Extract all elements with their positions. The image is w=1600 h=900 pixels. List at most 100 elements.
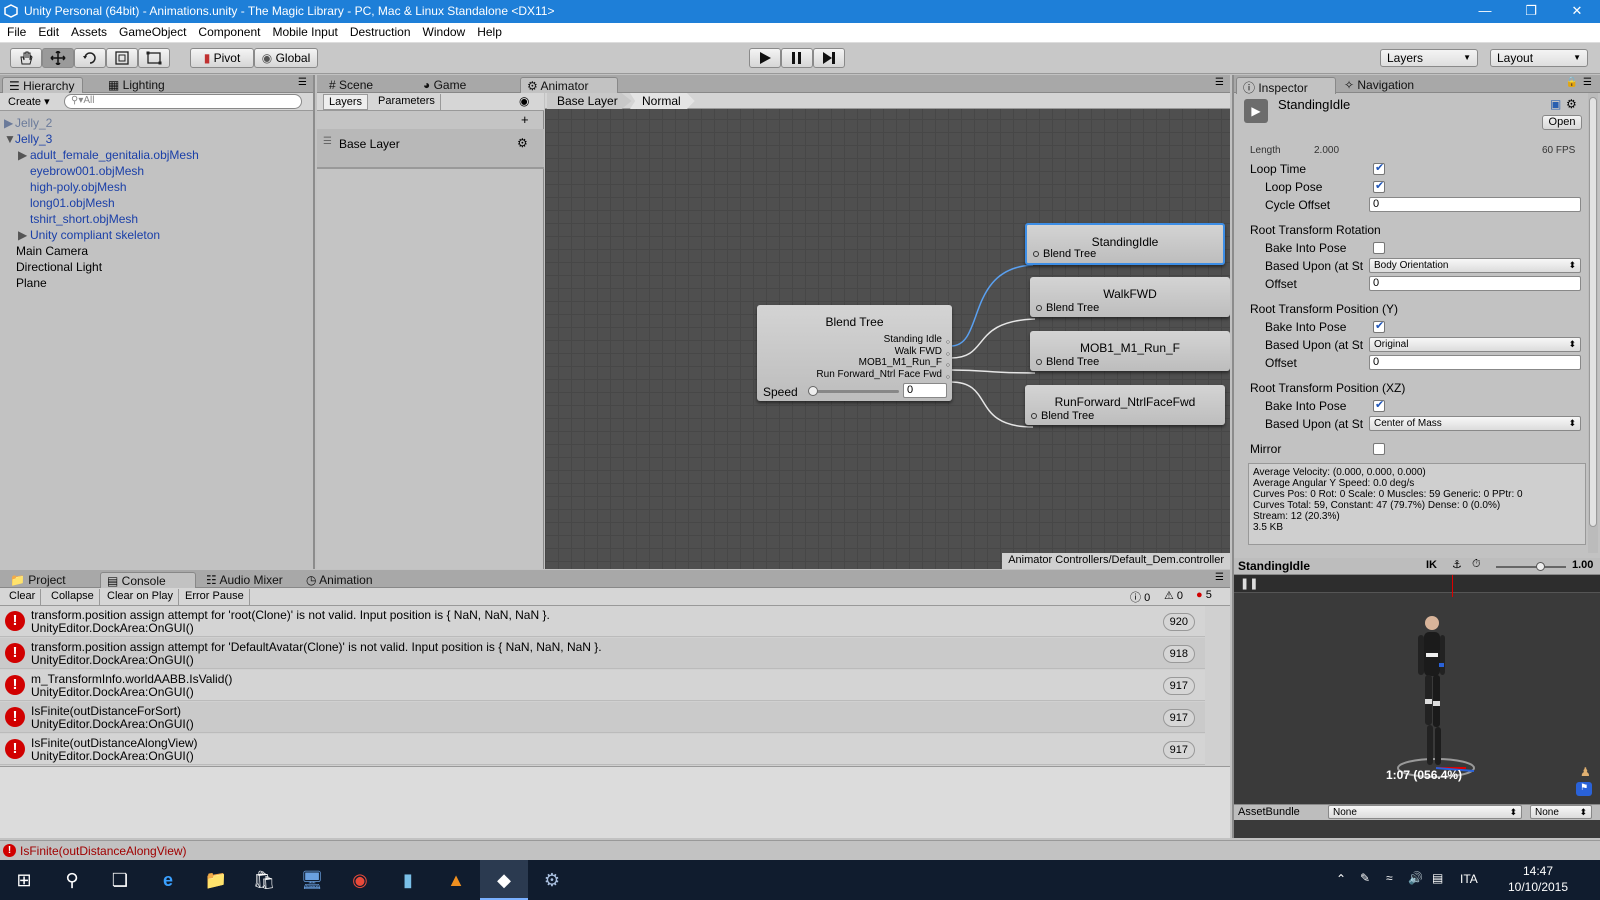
tray-app-icon[interactable]: ✎ (1360, 871, 1370, 885)
expand-arrow-icon[interactable]: ▶ (18, 148, 27, 162)
app-icon[interactable]: ▮ (384, 860, 432, 900)
help-icon[interactable]: ▣ (1550, 97, 1561, 111)
speed-slider[interactable] (808, 386, 899, 396)
hand-tool-button[interactable] (10, 48, 42, 68)
wifi-icon[interactable]: ≈ (1386, 871, 1393, 885)
menu-window[interactable]: Window (423, 23, 466, 39)
move-tool-button[interactable] (42, 48, 74, 68)
blend-tree-node[interactable]: Blend Tree Standing Idle Walk FWD MOB1_M… (757, 305, 952, 401)
maximize-button[interactable]: ❐ (1508, 0, 1554, 23)
unity-taskbar-icon[interactable]: ◆ (480, 860, 528, 900)
layers-dropdown[interactable]: Layers ▼ (1380, 49, 1478, 67)
file-explorer-icon[interactable]: 📁 (192, 860, 240, 900)
state-node-standing-idle[interactable]: StandingIdle Blend Tree (1025, 223, 1225, 265)
edge-browser-icon[interactable]: e (144, 860, 192, 900)
panel-menu-icon[interactable]: ☰ (1583, 77, 1592, 88)
hierarchy-item[interactable]: eyebrow001.objMesh (30, 164, 144, 178)
preview-speed-slider[interactable] (1496, 562, 1566, 571)
tab-animation[interactable]: ◷ Animation (300, 572, 381, 589)
pivot-preview-icon[interactable]: ⚓ (1452, 558, 1462, 571)
slider-thumb[interactable] (808, 386, 818, 396)
hierarchy-item[interactable]: tshirt_short.objMesh (30, 212, 138, 226)
store-icon[interactable]: 🛍 (240, 860, 288, 900)
posxz-based-select[interactable]: Center of Mass (1369, 416, 1581, 431)
remote-desktop-icon[interactable]: 🖥 (288, 860, 336, 900)
step-button[interactable] (813, 48, 845, 68)
tab-game[interactable]: ◕ Game (417, 77, 474, 94)
tab-scene[interactable]: # Scene (323, 77, 381, 94)
tab-navigation[interactable]: ✧ Navigation (1338, 77, 1422, 94)
close-button[interactable]: ✕ (1554, 0, 1600, 23)
layer-settings-icon[interactable]: ⚙ (517, 136, 528, 150)
menu-help[interactable]: Help (477, 23, 502, 39)
clock-time[interactable]: 14:47 (1508, 864, 1568, 878)
expand-arrow-icon[interactable]: ▶ (18, 228, 27, 242)
port-icon[interactable]: ○ (946, 349, 950, 361)
assetbundle-name-select[interactable]: None (1328, 805, 1522, 819)
clear-button[interactable]: Clear (4, 589, 42, 605)
port-icon[interactable]: ○ (946, 360, 950, 372)
tab-lighting[interactable]: ▦ Lighting (102, 77, 173, 94)
scrollbar-thumb[interactable] (1589, 97, 1597, 527)
clock-date[interactable]: 10/10/2015 (1500, 880, 1576, 894)
tab-animator[interactable]: ⚙ Animator (520, 77, 618, 94)
assetbundle-variant-select[interactable]: None (1530, 805, 1592, 819)
log-entry[interactable]: ! transform.position assign attempt for '… (0, 638, 1205, 669)
menu-destruction[interactable]: Destruction (350, 23, 411, 39)
global-toggle[interactable]: ◉ Global (254, 48, 318, 68)
loop-pose-checkbox[interactable] (1373, 179, 1385, 193)
state-node-walk-fwd[interactable]: WalkFWD Blend Tree (1030, 277, 1230, 317)
menu-mobile-input[interactable]: Mobile Input (272, 23, 337, 39)
hierarchy-item[interactable]: long01.objMesh (30, 196, 115, 210)
panel-menu-icon[interactable]: ☰ (1215, 572, 1224, 583)
rot-offset-field[interactable]: 0 (1369, 276, 1581, 291)
hierarchy-item[interactable]: adult_female_genitalia.objMesh (30, 148, 199, 162)
app-icon[interactable]: ⚙ (528, 860, 576, 900)
character-preview[interactable] (1384, 603, 1494, 793)
tag-icon[interactable]: ⚑ (1576, 782, 1592, 796)
posy-bake-checkbox[interactable] (1373, 319, 1385, 333)
slider-thumb[interactable] (1536, 562, 1545, 571)
tab-hierarchy[interactable]: ☰ Hierarchy (2, 77, 84, 94)
cycle-offset-field[interactable]: 0 (1369, 197, 1581, 212)
mirror-checkbox[interactable] (1373, 443, 1385, 455)
state-node-run-forward[interactable]: RunForward_NtrlFaceFwd Blend Tree (1025, 385, 1225, 425)
drag-handle-icon[interactable]: ☰ (323, 136, 332, 147)
open-button[interactable]: Open (1542, 115, 1582, 130)
minimize-button[interactable]: — (1462, 0, 1508, 23)
hierarchy-item[interactable]: high-poly.objMesh (30, 180, 127, 194)
posxz-bake-checkbox[interactable] (1373, 398, 1385, 412)
status-bar[interactable]: ! IsFinite(outDistanceAlongView) (0, 840, 1600, 860)
app-icon[interactable]: ▲ (432, 860, 480, 900)
task-view-icon[interactable]: ❏ (96, 860, 144, 900)
tray-chevron-icon[interactable]: ⌃ (1336, 872, 1346, 886)
log-entry[interactable]: ! IsFinite(outDistanceAlongView) UnityEdit… (0, 734, 1205, 765)
expand-arrow-icon[interactable]: ▶ (4, 116, 13, 130)
loop-time-checkbox[interactable] (1373, 161, 1385, 175)
rot-based-select[interactable]: Body Orientation (1369, 258, 1581, 273)
state-node-run-f[interactable]: MOB1_M1_Run_F Blend Tree (1030, 331, 1230, 371)
windows-start-icon[interactable]: ⊞ (0, 860, 48, 900)
preview-timeline[interactable]: ❚❚ (1234, 575, 1600, 597)
clear-on-play-button[interactable]: Clear on Play (102, 589, 180, 605)
panel-menu-icon[interactable]: ☰ (1215, 77, 1224, 88)
playback-speed-icon[interactable]: ⏱ (1472, 558, 1481, 571)
rotate-tool-button[interactable] (74, 48, 106, 68)
hierarchy-search-input[interactable]: ⚲▾All (64, 94, 302, 109)
settings-gear-icon[interactable]: ⚙ (1566, 97, 1577, 111)
rot-bake-checkbox[interactable] (1373, 242, 1385, 254)
warning-count-toggle[interactable]: ⚠ 0 (1164, 589, 1183, 602)
speed-field[interactable]: 0 (903, 383, 947, 398)
error-pause-button[interactable]: Error Pause (180, 589, 250, 605)
log-entry[interactable]: ! m_TransformInfo.worldAABB.IsValid() Unit… (0, 670, 1205, 701)
inspector-scrollbar[interactable] (1588, 93, 1598, 553)
menu-file[interactable]: File (7, 23, 26, 39)
tab-audio-mixer[interactable]: ☷ Audio Mixer (200, 572, 291, 589)
collapse-button[interactable]: Collapse (46, 589, 100, 605)
search-icon[interactable]: ⚲ (48, 860, 96, 900)
log-entry[interactable]: ! transform.position assign attempt for '… (0, 606, 1205, 637)
panel-menu-icon[interactable]: ☰ (298, 77, 307, 88)
tab-console[interactable]: ▤ Console (100, 572, 196, 589)
log-entry[interactable]: ! IsFinite(outDistanceForSort) UnityEditor… (0, 702, 1205, 733)
menu-gameobject[interactable]: GameObject (119, 23, 186, 39)
